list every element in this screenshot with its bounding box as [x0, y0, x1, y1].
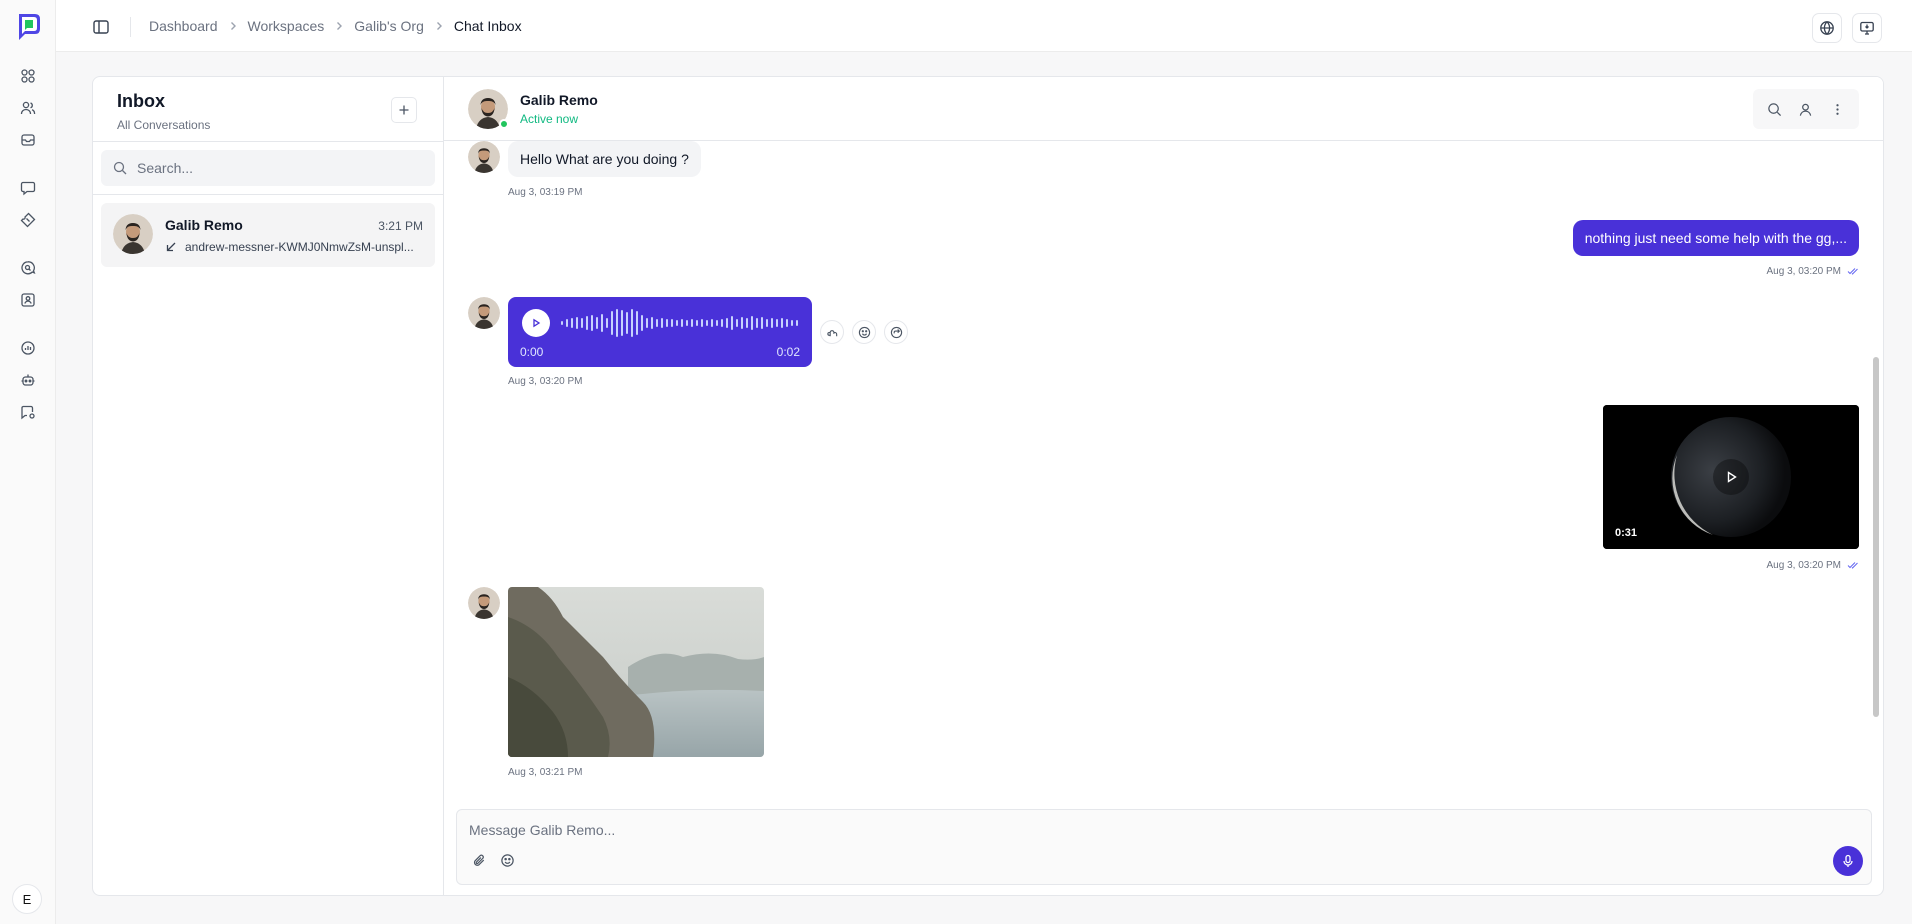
search-input[interactable]: [137, 160, 417, 176]
language-button[interactable]: [1812, 13, 1842, 43]
contact-card-icon[interactable]: [18, 290, 38, 310]
voice-play-button[interactable]: [522, 309, 550, 337]
voice-message: 0:00 0:02: [508, 297, 812, 367]
play-icon: [533, 318, 541, 328]
forward-chat-icon: [890, 326, 902, 338]
search-icon: [113, 161, 127, 175]
video-message[interactable]: 0:31: [1603, 405, 1859, 549]
chat-inbox-card: Inbox All Conversations Galib Remo 3:21 …: [92, 76, 1884, 896]
new-conversation-button[interactable]: [391, 97, 417, 123]
user-avatar-button[interactable]: E: [12, 884, 42, 914]
app-logo[interactable]: [14, 12, 42, 42]
sender-avatar: [468, 587, 500, 619]
conversation-item[interactable]: Galib Remo 3:21 PM andrew-messner-KWMJ0N…: [101, 203, 435, 267]
more-vertical-icon[interactable]: [1830, 102, 1845, 117]
user-profile-icon[interactable]: [1798, 102, 1813, 117]
plus-icon: [399, 105, 409, 115]
chat-header: Galib Remo Active now: [444, 77, 1883, 141]
chat-bubble-icon[interactable]: [18, 178, 38, 198]
breadcrumb: Dashboard Workspaces Galib's Org Chat In…: [149, 18, 522, 34]
search-divider: [93, 194, 443, 195]
globe-icon: [1820, 21, 1834, 35]
message-input[interactable]: [469, 820, 1669, 840]
ticket-icon[interactable]: [18, 210, 38, 230]
sender-avatar: [468, 297, 500, 329]
inbox-tray-icon[interactable]: [18, 130, 38, 150]
online-indicator: [499, 119, 509, 129]
message-composer: [456, 809, 1872, 885]
sender-avatar: [468, 141, 500, 173]
breadcrumb-current: Chat Inbox: [453, 18, 522, 34]
inbox-panel: Inbox All Conversations Galib Remo 3:21 …: [93, 77, 444, 895]
users-icon[interactable]: [18, 98, 38, 118]
emoji-reaction-button[interactable]: [852, 320, 876, 344]
image-message[interactable]: [508, 587, 764, 757]
display-button[interactable]: [1852, 13, 1882, 43]
message-timestamp-outgoing: Aug 3, 03:20 PM: [1767, 559, 1860, 571]
message-bubble-incoming[interactable]: Hello What are you doing ?: [508, 141, 701, 177]
contact-name[interactable]: Galib Remo: [520, 92, 598, 108]
app-rail: E: [0, 0, 56, 924]
video-duration: 0:31: [1615, 527, 1638, 539]
voice-record-button[interactable]: [1833, 846, 1863, 876]
search-chat-icon[interactable]: [18, 258, 38, 278]
analytics-icon[interactable]: [18, 338, 38, 358]
sidebar-toggle-icon[interactable]: [92, 18, 110, 36]
contact-status: Active now: [520, 112, 579, 126]
message-timestamp: Aug 3, 03:20 PM: [508, 376, 583, 387]
microphone-icon: [1843, 854, 1853, 867]
chevron-right-icon: [334, 21, 344, 31]
play-icon: [1727, 471, 1737, 483]
message-timestamp-text: Aug 3, 03:20 PM: [1766, 559, 1842, 571]
conversation-preview-text: andrew-messner-KWMJ0NmwZsM-unspl...: [185, 240, 414, 254]
inbox-title: Inbox: [117, 91, 165, 111]
emoji-icon[interactable]: [497, 850, 517, 870]
inbox-subtitle: All Conversations: [117, 118, 211, 132]
conversation-preview: andrew-messner-KWMJ0NmwZsM-unspl...: [165, 240, 421, 254]
inbox-divider: [93, 141, 443, 142]
chevron-right-icon: [228, 21, 238, 31]
conversation-time: 3:21 PM: [378, 219, 423, 233]
chat-panel: Galib Remo Active now Hello What are you…: [444, 77, 1883, 895]
message-timestamp-outgoing: Aug 3, 03:20 PM: [1767, 265, 1860, 277]
monitor-icon: [1860, 21, 1874, 35]
breadcrumb-org[interactable]: Galib's Org: [354, 18, 424, 34]
message-bubble-outgoing[interactable]: nothing just need some help with the gg,…: [1572, 220, 1859, 256]
message-list: Hello What are you doing ? Aug 3, 03:19 …: [444, 141, 1883, 801]
voice-elapsed-time: 0:00: [520, 345, 544, 359]
smiley-icon: [858, 326, 870, 338]
forward-button[interactable]: [884, 320, 908, 344]
breadcrumb-dashboard[interactable]: Dashboard: [149, 18, 218, 34]
search-box: [101, 150, 435, 186]
bot-icon[interactable]: [18, 370, 38, 390]
reply-button[interactable]: [820, 320, 844, 344]
topbar-separator: [130, 17, 131, 37]
conversation-name: Galib Remo: [165, 217, 243, 233]
landscape-photo: [508, 587, 764, 757]
avatar: [113, 214, 153, 254]
message-scrollbar[interactable]: [1873, 357, 1879, 717]
double-check-icon: [1847, 268, 1858, 275]
top-bar: Dashboard Workspaces Galib's Org Chat In…: [56, 0, 1912, 52]
voice-waveform[interactable]: [560, 307, 800, 339]
message-timestamp: Aug 3, 03:19 PM: [508, 187, 583, 198]
arrow-down-left-icon: [166, 242, 176, 252]
video-play-button[interactable]: [1713, 459, 1749, 495]
message-settings-icon[interactable]: [18, 402, 38, 422]
attachment-icon[interactable]: [469, 850, 489, 870]
chat-header-actions: [1753, 89, 1859, 129]
voice-duration: 0:02: [776, 345, 800, 359]
double-check-icon: [1847, 562, 1858, 569]
message-timestamp-text: Aug 3, 03:20 PM: [1766, 265, 1842, 277]
message-timestamp: Aug 3, 03:21 PM: [508, 767, 583, 778]
reply-icon: [826, 329, 837, 336]
search-icon[interactable]: [1767, 102, 1782, 117]
chevron-right-icon: [434, 21, 444, 31]
breadcrumb-workspaces[interactable]: Workspaces: [248, 18, 325, 34]
dashboard-grid-icon[interactable]: [18, 66, 38, 86]
